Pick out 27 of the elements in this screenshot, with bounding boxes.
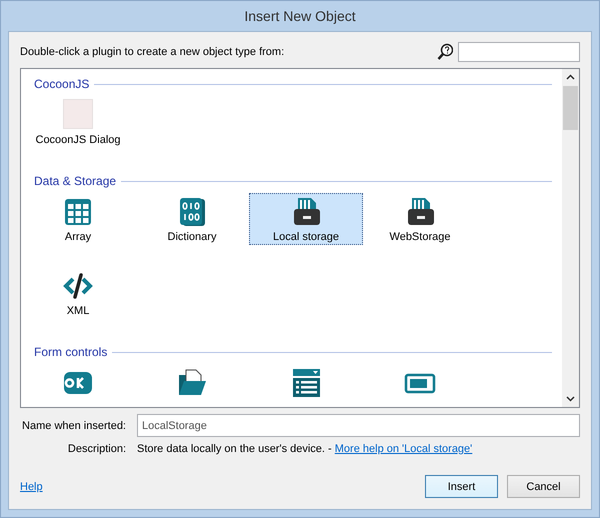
photo-placeholder (63, 99, 93, 129)
dialog-button[interactable]: Cancel (507, 475, 580, 498)
description-text: Store data locally on the user's device. - More help on 'Local storage' (137, 443, 472, 455)
dialog-button[interactable]: Insert (425, 475, 498, 498)
category-heading: Data & Storage (34, 174, 116, 188)
plugin-item[interactable]: Local storage (249, 193, 363, 245)
plugin-item[interactable]: WebStorage (363, 193, 477, 245)
list-icon (290, 367, 322, 399)
category-heading: Form controls (34, 345, 108, 359)
plugin-item[interactable]: Array (21, 193, 135, 245)
plugin-item[interactable]: Dictionary (135, 193, 249, 245)
help-link[interactable]: Help (20, 480, 43, 492)
window-title: Insert New Object (243, 7, 357, 26)
instruction-text: Double-click a plugin to create a new object type from: (20, 46, 286, 58)
description-label: Description: (66, 443, 127, 455)
grid-icon (62, 196, 94, 228)
code-icon (62, 270, 94, 302)
search-field[interactable] (458, 42, 580, 62)
scroll-thumb[interactable] (563, 86, 578, 130)
name-field[interactable]: LocalStorage (137, 414, 580, 437)
plugin-item[interactable]: XML (21, 267, 135, 319)
category-heading: CocoonJS (34, 77, 90, 91)
plugin-item[interactable]: CocoonJS Dialog (21, 96, 135, 148)
help-link[interactable]: More help on 'Local storage' (334, 443, 472, 455)
name-label: Name when inserted: (21, 420, 127, 432)
scrollbar[interactable] (562, 69, 579, 407)
search-icon (437, 43, 453, 61)
